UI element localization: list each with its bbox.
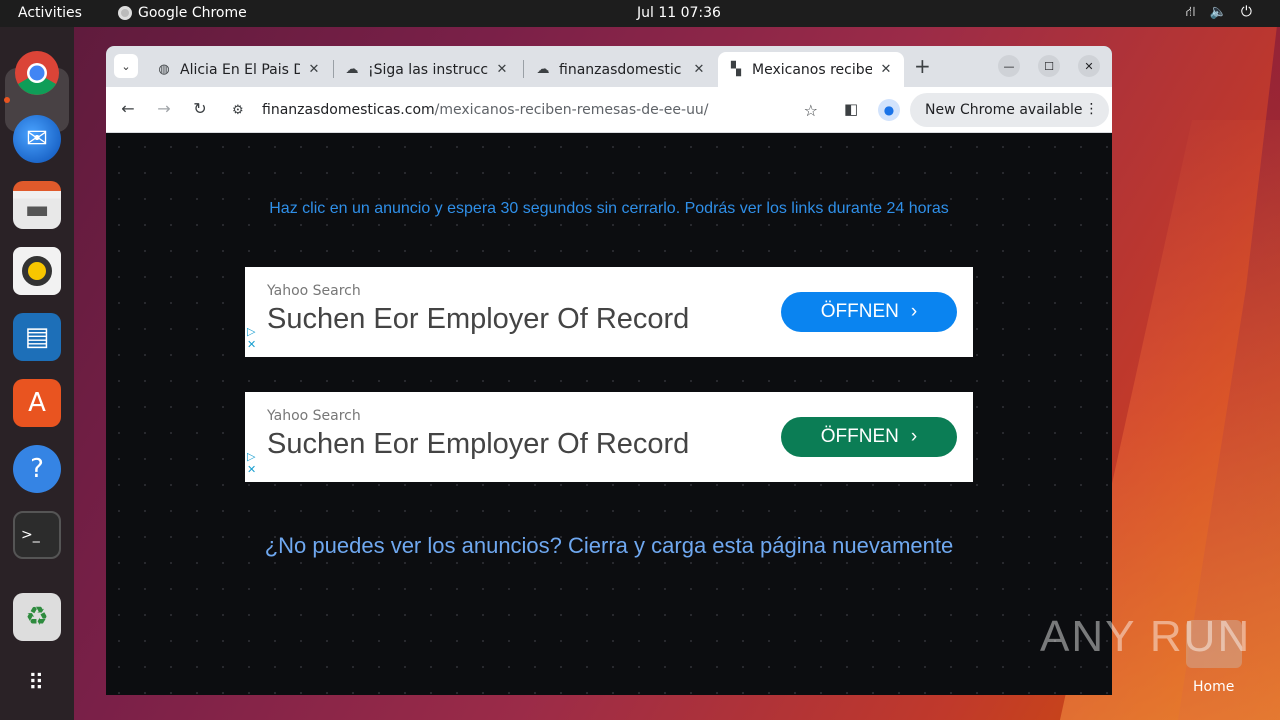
ad-open-label: ÖFFNEN	[820, 301, 899, 322]
person-icon: ●	[883, 103, 895, 117]
arrow-left-icon: ←	[121, 99, 135, 118]
new-tab-button[interactable]: +	[914, 54, 931, 78]
thunderbird-icon[interactable]: ✉	[13, 115, 61, 163]
app-grid-icon[interactable]: ⠿	[13, 659, 61, 707]
app-center-icon[interactable]: A	[13, 379, 61, 427]
app-menu[interactable]: Google Chrome	[118, 5, 247, 21]
tab-title: ¡Siga las instrucci	[368, 61, 488, 78]
download-cloud-icon: ☁	[536, 62, 550, 77]
tab-0[interactable]: ◍ Alicia En El Pais D ✕	[146, 52, 332, 87]
site-info-icon[interactable]: ⚙	[232, 103, 254, 118]
chrome-window: ⌄ ◍ Alicia En El Pais D ✕ ☁ ¡Siga las in…	[106, 46, 1112, 695]
update-label: New Chrome available	[925, 102, 1083, 118]
maximize-button[interactable]: ☐	[1038, 55, 1060, 77]
tab-2[interactable]: ☁ finanzasdomestic ✕	[525, 52, 717, 87]
forward-button[interactable]: →	[153, 99, 175, 118]
app-menu-label: Google Chrome	[138, 5, 247, 21]
bookmark-star-icon[interactable]: ☆	[804, 101, 818, 120]
ad-open-button[interactable]: ÖFFNEN ›	[781, 417, 957, 457]
tab-1[interactable]: ☁ ¡Siga las instrucci ✕	[334, 52, 520, 87]
running-indicator	[4, 97, 10, 103]
reload-icon: ↻	[193, 99, 207, 118]
volume-icon: 🔈	[1209, 4, 1227, 20]
back-button[interactable]: ←	[117, 99, 139, 118]
side-panel-icon[interactable]: ◧	[844, 100, 858, 118]
page-content: Haz clic en un anuncio y espera 30 segun…	[106, 134, 1112, 695]
kebab-menu-icon[interactable]: ⋮	[1085, 101, 1099, 117]
profile-avatar[interactable]: ●	[878, 99, 900, 121]
chrome-icon[interactable]	[13, 49, 61, 97]
ad-open-button[interactable]: ÖFFNEN ›	[781, 292, 957, 332]
minimize-button[interactable]: —	[998, 55, 1020, 77]
tab-title: finanzasdomestic	[559, 61, 682, 78]
adchoices-icon[interactable]: ▷ ✕	[247, 450, 256, 476]
top-bar: Activities Google Chrome Jul 11 07:36 ⛙ …	[0, 0, 1280, 27]
url-path: /mexicanos-reciben-remesas-de-ee-uu/	[434, 102, 709, 118]
close-icon: ✕	[1084, 59, 1094, 73]
reload-button[interactable]: ↻	[189, 99, 211, 118]
files-icon[interactable]: ▬	[13, 181, 61, 229]
power-icon: ⏻	[1240, 4, 1252, 20]
chevron-down-icon: ⌄	[121, 59, 131, 73]
clock[interactable]: Jul 11 07:36	[637, 5, 721, 21]
ad-banner[interactable]: Yahoo Search Suchen Eor Employer Of Reco…	[245, 392, 973, 482]
maximize-icon: ☐	[1044, 59, 1054, 73]
chrome-small-icon	[118, 6, 132, 20]
tab-3[interactable]: ▚ Mexicanos recibe ✕	[718, 52, 904, 87]
ad-banner[interactable]: Yahoo Search Suchen Eor Employer Of Reco…	[245, 267, 973, 357]
ad-brand: Yahoo Search	[267, 283, 361, 299]
chevron-right-icon: ›	[910, 426, 918, 447]
download-cloud-icon: ☁	[345, 62, 359, 77]
url-text[interactable]: finanzasdomesticas.com/mexicanos-reciben…	[262, 102, 709, 118]
ad-brand: Yahoo Search	[267, 408, 361, 424]
chevron-right-icon: ›	[910, 301, 918, 322]
close-window-button[interactable]: ✕	[1078, 55, 1100, 77]
network-icon: ⛙	[1185, 4, 1196, 20]
site-icon: ▚	[731, 62, 741, 77]
ad-open-label: ÖFFNEN	[820, 426, 899, 447]
tab-title: Alicia En El Pais D	[180, 61, 300, 78]
writer-icon[interactable]: ▤	[13, 313, 61, 361]
plus-icon: +	[914, 54, 931, 78]
trash-icon[interactable]: ♻	[13, 593, 61, 641]
update-chrome-button[interactable]: New Chrome available ⋮	[910, 93, 1109, 127]
terminal-icon[interactable]: >_	[13, 511, 61, 559]
close-icon[interactable]: ✕	[878, 62, 894, 77]
minimize-icon: —	[1003, 59, 1015, 73]
tab-separator	[523, 60, 524, 78]
help-icon[interactable]: ?	[13, 445, 61, 493]
tab-bar: ⌄ ◍ Alicia En El Pais D ✕ ☁ ¡Siga las in…	[106, 46, 1112, 87]
address-bar[interactable]: ⚙ finanzasdomesticas.com/mexicanos-recib…	[224, 93, 824, 127]
close-icon[interactable]: ✕	[691, 62, 707, 77]
arrow-right-icon: →	[157, 99, 171, 118]
toolbar: ← → ↻ ⚙ finanzasdomesticas.com/mexicanos…	[106, 87, 1112, 133]
activities-button[interactable]: Activities	[18, 5, 82, 21]
reload-note: ¿No puedes ver los anuncios? Cierra y ca…	[264, 533, 954, 558]
adchoices-icon[interactable]: ▷ ✕	[247, 325, 256, 351]
tab-title: Mexicanos recibe	[752, 61, 872, 78]
home-label[interactable]: Home	[1193, 679, 1234, 695]
close-icon[interactable]: ✕	[494, 62, 510, 77]
close-icon[interactable]: ✕	[306, 62, 322, 77]
ad-headline[interactable]: Suchen Eor Employer Of Record	[267, 303, 689, 336]
ad-instructions: Haz clic en un anuncio y espera 30 segun…	[269, 200, 949, 217]
rhythmbox-icon[interactable]	[13, 247, 61, 295]
anyrun-watermark: ANY RUN	[1040, 612, 1252, 661]
globe-icon: ◍	[158, 62, 170, 77]
dock: ✉ ▬ ▤ A ? >_ ♻ ⠿	[0, 27, 74, 720]
ad-headline[interactable]: Suchen Eor Employer Of Record	[267, 428, 689, 461]
system-tray[interactable]: ⛙ 🔈 ⏻	[1186, 4, 1252, 22]
tab-search-button[interactable]: ⌄	[114, 54, 138, 78]
url-domain: finanzasdomesticas.com	[262, 102, 435, 118]
